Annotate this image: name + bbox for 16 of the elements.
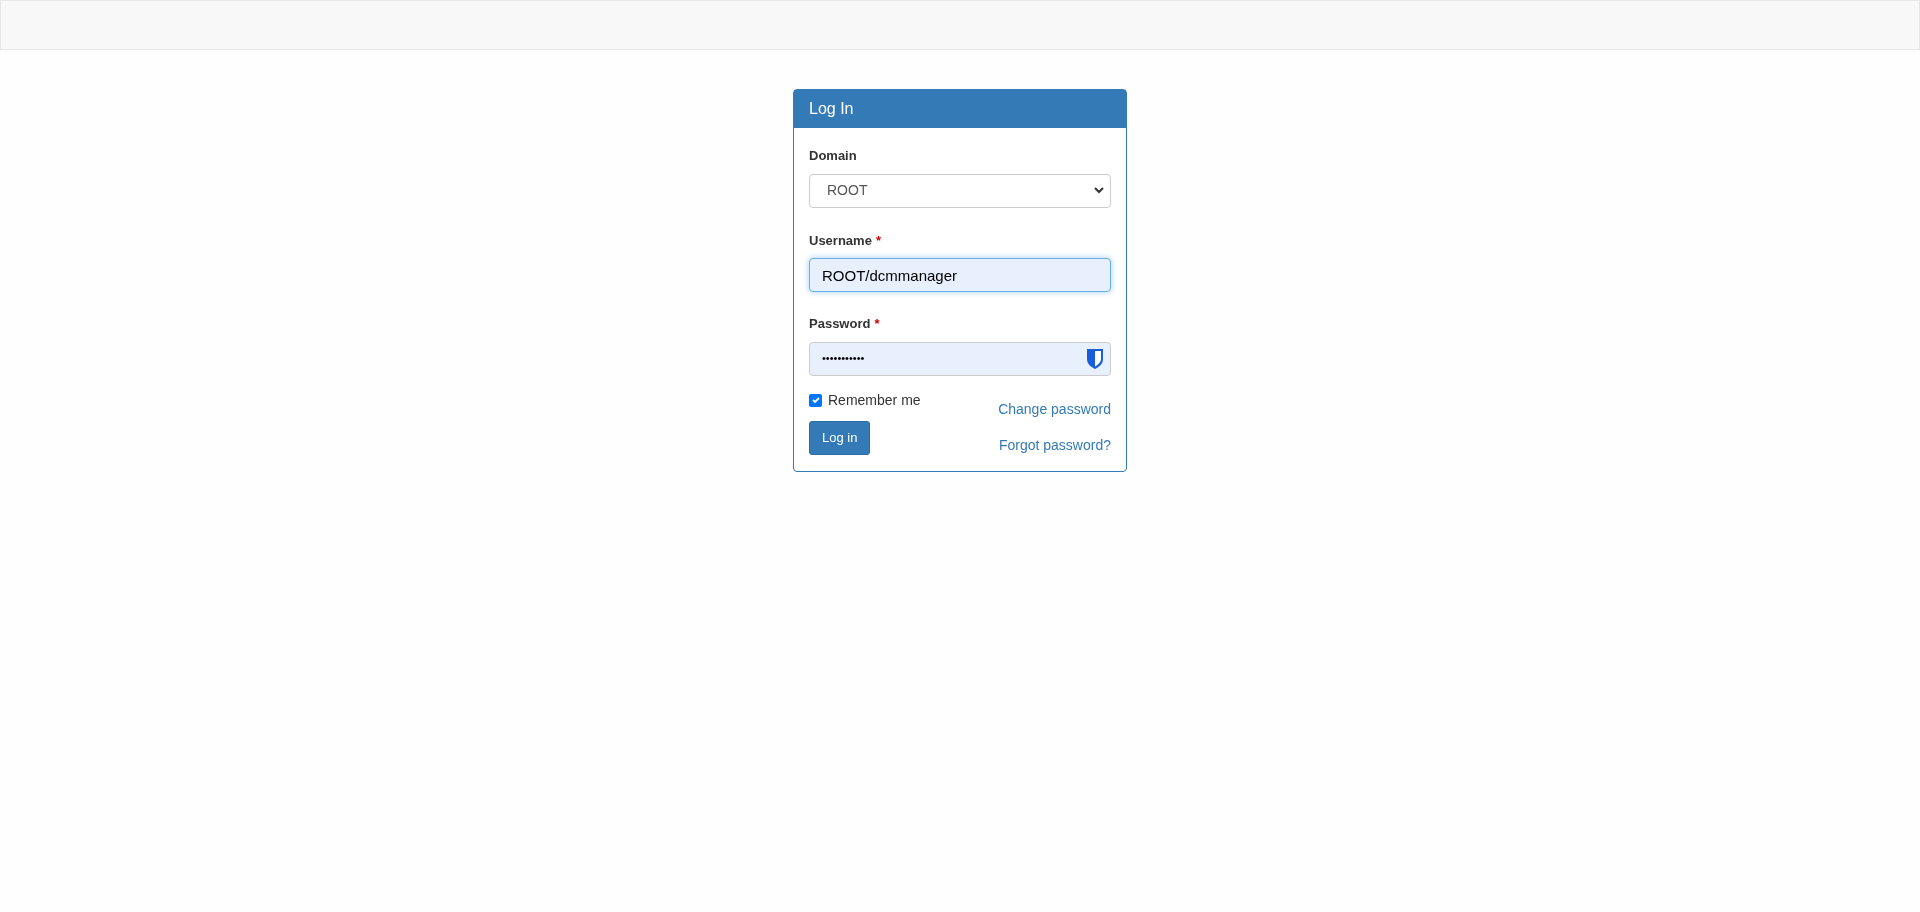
login-button[interactable]: Log in xyxy=(809,420,871,455)
text-link[interactable]: Change password xyxy=(998,398,1111,420)
shield-icon[interactable] xyxy=(1086,347,1104,370)
panel-title: Log In xyxy=(809,99,854,119)
domain-select[interactable]: ROOT xyxy=(809,173,1111,208)
required-mark: * xyxy=(874,315,880,333)
text-link[interactable]: Forgot password? xyxy=(998,434,1111,456)
remember-checkbox[interactable] xyxy=(809,393,822,407)
field-label: Domain xyxy=(809,147,858,165)
chevron-down-icon xyxy=(1094,187,1104,194)
field-label: Username xyxy=(809,231,872,250)
password-field[interactable]: ••••••••••• xyxy=(809,341,1111,376)
field-label: Password xyxy=(809,315,871,333)
required-mark: * xyxy=(875,231,881,250)
username-field[interactable]: ROOT/dcmmanager xyxy=(809,258,1111,292)
checkbox-label: Remember me xyxy=(828,390,921,410)
